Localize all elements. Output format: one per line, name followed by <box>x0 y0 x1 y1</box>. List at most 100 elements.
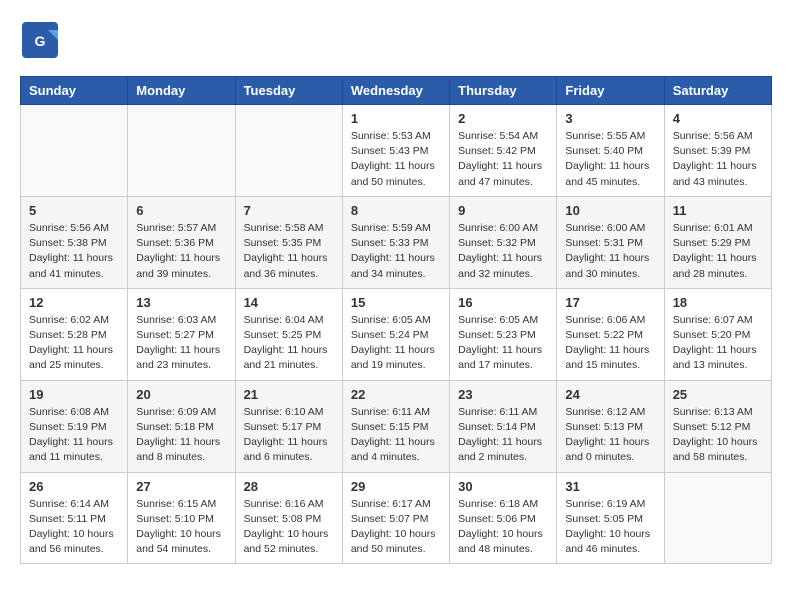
day-info: Sunrise: 6:05 AM Sunset: 5:24 PM Dayligh… <box>351 313 441 374</box>
day-info: Sunrise: 6:18 AM Sunset: 5:06 PM Dayligh… <box>458 497 548 558</box>
calendar-cell: 25 Sunrise: 6:13 AM Sunset: 5:12 PM Dayli… <box>664 380 771 472</box>
weekday-header-row: SundayMondayTuesdayWednesdayThursdayFrid… <box>21 77 772 105</box>
weekday-header-wednesday: Wednesday <box>342 77 449 105</box>
day-number: 30 <box>458 479 548 494</box>
calendar-cell: 26 Sunrise: 6:14 AM Sunset: 5:11 PM Dayli… <box>21 472 128 564</box>
calendar-table: SundayMondayTuesdayWednesdayThursdayFrid… <box>20 76 772 564</box>
calendar-cell: 10 Sunrise: 6:00 AM Sunset: 5:31 PM Dayli… <box>557 196 664 288</box>
day-info: Sunrise: 6:03 AM Sunset: 5:27 PM Dayligh… <box>136 313 226 374</box>
calendar-cell: 17 Sunrise: 6:06 AM Sunset: 5:22 PM Dayli… <box>557 288 664 380</box>
weekday-header-thursday: Thursday <box>450 77 557 105</box>
day-number: 10 <box>565 203 655 218</box>
day-number: 6 <box>136 203 226 218</box>
day-number: 7 <box>244 203 334 218</box>
day-info: Sunrise: 6:19 AM Sunset: 5:05 PM Dayligh… <box>565 497 655 558</box>
day-number: 2 <box>458 111 548 126</box>
calendar-cell: 4Sunrise: 5:56 AM Sunset: 5:39 PM Daylig… <box>664 105 771 197</box>
weekday-header-saturday: Saturday <box>664 77 771 105</box>
calendar-cell: 24 Sunrise: 6:12 AM Sunset: 5:13 PM Dayli… <box>557 380 664 472</box>
calendar-cell: 18 Sunrise: 6:07 AM Sunset: 5:20 PM Dayli… <box>664 288 771 380</box>
calendar-week-row: 19 Sunrise: 6:08 AM Sunset: 5:19 PM Dayli… <box>21 380 772 472</box>
calendar-cell: 27Sunrise: 6:15 AM Sunset: 5:10 PM Dayli… <box>128 472 235 564</box>
calendar-cell: 5 Sunrise: 5:56 AM Sunset: 5:38 PM Daylig… <box>21 196 128 288</box>
weekday-header-sunday: Sunday <box>21 77 128 105</box>
calendar-cell: 8 Sunrise: 5:59 AM Sunset: 5:33 PM Daylig… <box>342 196 449 288</box>
day-info: Sunrise: 6:02 AM Sunset: 5:28 PM Dayligh… <box>29 313 119 374</box>
calendar-cell: 14 Sunrise: 6:04 AM Sunset: 5:25 PM Dayli… <box>235 288 342 380</box>
day-number: 18 <box>673 295 763 310</box>
calendar-cell <box>21 105 128 197</box>
day-info: Sunrise: 5:56 AM Sunset: 5:39 PM Dayligh… <box>673 129 763 190</box>
weekday-header-monday: Monday <box>128 77 235 105</box>
day-info: Sunrise: 6:00 AM Sunset: 5:31 PM Dayligh… <box>565 221 655 282</box>
calendar-cell: 7Sunrise: 5:58 AM Sunset: 5:35 PM Daylig… <box>235 196 342 288</box>
calendar-cell <box>235 105 342 197</box>
day-info: Sunrise: 6:05 AM Sunset: 5:23 PM Dayligh… <box>458 313 548 374</box>
calendar-cell: 28Sunrise: 6:16 AM Sunset: 5:08 PM Dayli… <box>235 472 342 564</box>
calendar-cell: 15 Sunrise: 6:05 AM Sunset: 5:24 PM Dayli… <box>342 288 449 380</box>
day-number: 13 <box>136 295 226 310</box>
day-number: 16 <box>458 295 548 310</box>
day-number: 20 <box>136 387 226 402</box>
day-number: 17 <box>565 295 655 310</box>
calendar-week-row: 1 Sunrise: 5:53 AM Sunset: 5:43 PM Daylig… <box>21 105 772 197</box>
day-info: Sunrise: 6:11 AM Sunset: 5:15 PM Dayligh… <box>351 405 441 466</box>
day-info: Sunrise: 6:13 AM Sunset: 5:12 PM Dayligh… <box>673 405 763 466</box>
logo: G <box>20 20 64 60</box>
day-info: Sunrise: 6:10 AM Sunset: 5:17 PM Dayligh… <box>244 405 334 466</box>
day-number: 5 <box>29 203 119 218</box>
day-number: 14 <box>244 295 334 310</box>
day-info: Sunrise: 6:11 AM Sunset: 5:14 PM Dayligh… <box>458 405 548 466</box>
calendar-cell: 1 Sunrise: 5:53 AM Sunset: 5:43 PM Daylig… <box>342 105 449 197</box>
day-number: 12 <box>29 295 119 310</box>
calendar-cell <box>664 472 771 564</box>
day-info: Sunrise: 5:53 AM Sunset: 5:43 PM Dayligh… <box>351 129 441 190</box>
day-info: Sunrise: 6:08 AM Sunset: 5:19 PM Dayligh… <box>29 405 119 466</box>
weekday-header-friday: Friday <box>557 77 664 105</box>
day-number: 27 <box>136 479 226 494</box>
calendar-cell: 23Sunrise: 6:11 AM Sunset: 5:14 PM Dayli… <box>450 380 557 472</box>
day-number: 26 <box>29 479 119 494</box>
day-info: Sunrise: 5:55 AM Sunset: 5:40 PM Dayligh… <box>565 129 655 190</box>
day-number: 1 <box>351 111 441 126</box>
day-info: Sunrise: 6:04 AM Sunset: 5:25 PM Dayligh… <box>244 313 334 374</box>
day-info: Sunrise: 6:01 AM Sunset: 5:29 PM Dayligh… <box>673 221 763 282</box>
day-number: 11 <box>673 203 763 218</box>
calendar-cell: 11 Sunrise: 6:01 AM Sunset: 5:29 PM Dayli… <box>664 196 771 288</box>
day-info: Sunrise: 5:59 AM Sunset: 5:33 PM Dayligh… <box>351 221 441 282</box>
calendar-week-row: 5 Sunrise: 5:56 AM Sunset: 5:38 PM Daylig… <box>21 196 772 288</box>
day-info: Sunrise: 6:16 AM Sunset: 5:08 PM Dayligh… <box>244 497 334 558</box>
day-info: Sunrise: 5:57 AM Sunset: 5:36 PM Dayligh… <box>136 221 226 282</box>
day-number: 9 <box>458 203 548 218</box>
day-number: 25 <box>673 387 763 402</box>
calendar-cell: 2 Sunrise: 5:54 AM Sunset: 5:42 PM Daylig… <box>450 105 557 197</box>
calendar-cell: 13 Sunrise: 6:03 AM Sunset: 5:27 PM Dayli… <box>128 288 235 380</box>
day-info: Sunrise: 6:12 AM Sunset: 5:13 PM Dayligh… <box>565 405 655 466</box>
logo-icon: G <box>20 20 60 60</box>
day-number: 29 <box>351 479 441 494</box>
day-number: 21 <box>244 387 334 402</box>
day-number: 15 <box>351 295 441 310</box>
day-number: 3 <box>565 111 655 126</box>
day-info: Sunrise: 5:54 AM Sunset: 5:42 PM Dayligh… <box>458 129 548 190</box>
calendar-cell: 22 Sunrise: 6:11 AM Sunset: 5:15 PM Dayli… <box>342 380 449 472</box>
calendar-week-row: 26 Sunrise: 6:14 AM Sunset: 5:11 PM Dayli… <box>21 472 772 564</box>
page-header: G <box>20 20 772 60</box>
day-number: 22 <box>351 387 441 402</box>
day-info: Sunrise: 6:07 AM Sunset: 5:20 PM Dayligh… <box>673 313 763 374</box>
calendar-week-row: 12 Sunrise: 6:02 AM Sunset: 5:28 PM Dayli… <box>21 288 772 380</box>
calendar-cell: 12 Sunrise: 6:02 AM Sunset: 5:28 PM Dayli… <box>21 288 128 380</box>
calendar-cell: 9Sunrise: 6:00 AM Sunset: 5:32 PM Daylig… <box>450 196 557 288</box>
calendar-cell: 31 Sunrise: 6:19 AM Sunset: 5:05 PM Dayli… <box>557 472 664 564</box>
day-info: Sunrise: 6:06 AM Sunset: 5:22 PM Dayligh… <box>565 313 655 374</box>
day-number: 8 <box>351 203 441 218</box>
weekday-header-tuesday: Tuesday <box>235 77 342 105</box>
day-number: 19 <box>29 387 119 402</box>
day-info: Sunrise: 5:56 AM Sunset: 5:38 PM Dayligh… <box>29 221 119 282</box>
calendar-cell: 29 Sunrise: 6:17 AM Sunset: 5:07 PM Dayli… <box>342 472 449 564</box>
day-number: 31 <box>565 479 655 494</box>
day-number: 24 <box>565 387 655 402</box>
day-info: Sunrise: 6:17 AM Sunset: 5:07 PM Dayligh… <box>351 497 441 558</box>
day-info: Sunrise: 6:14 AM Sunset: 5:11 PM Dayligh… <box>29 497 119 558</box>
calendar-cell: 19 Sunrise: 6:08 AM Sunset: 5:19 PM Dayli… <box>21 380 128 472</box>
